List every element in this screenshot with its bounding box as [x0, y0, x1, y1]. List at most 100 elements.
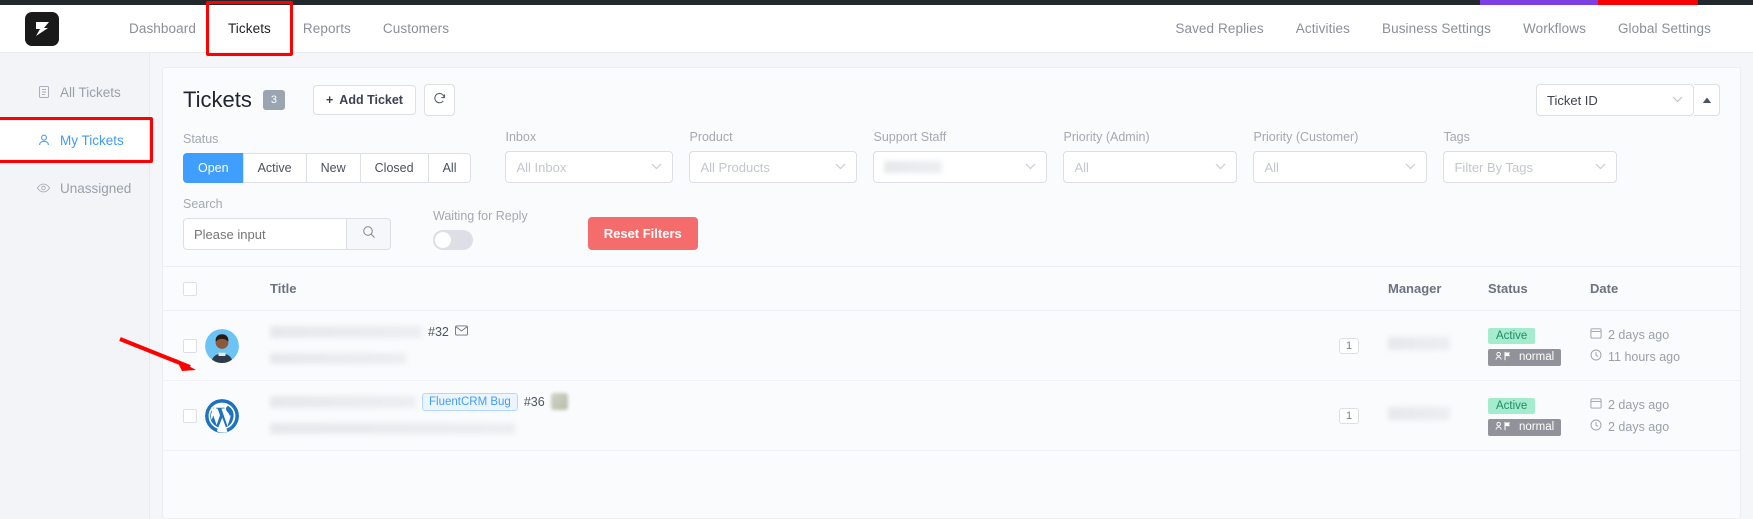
filter-priority-customer-label: Priority (Customer) — [1253, 130, 1359, 144]
row-title-line: #32 — [270, 323, 1298, 341]
priority-admin-select-value: All — [1074, 159, 1089, 175]
sort-controls: Ticket ID — [1536, 84, 1720, 116]
sidebar: All Tickets My Tickets Unassigned — [0, 53, 153, 519]
sidebar-item-label: Unassigned — [60, 180, 132, 196]
clock-icon — [1590, 419, 1602, 434]
nav-item-workflows[interactable]: Workflows — [1507, 15, 1602, 42]
table-header-row: Title Manager Status Date — [163, 267, 1740, 311]
sidebar-item-unassigned[interactable]: Unassigned — [0, 169, 149, 207]
row-status-cell: Active normal — [1488, 326, 1590, 366]
row-title-line: FluentCRM Bug #36 — [270, 392, 1298, 411]
search-button[interactable] — [347, 218, 391, 250]
column-header-title[interactable]: Title — [270, 281, 1310, 296]
date-updated-text: 11 hours ago — [1608, 349, 1681, 364]
support-staff-select[interactable] — [873, 151, 1048, 183]
user-flag-icon — [1495, 421, 1515, 434]
reply-count-badge: 1 — [1338, 407, 1360, 424]
tags-select-value: Filter By Tags — [1454, 159, 1533, 175]
row-tag-badge[interactable]: FluentCRM Bug — [422, 392, 518, 411]
product-select[interactable]: All Products — [689, 151, 858, 183]
row-ticket-id: #36 — [523, 394, 545, 409]
nav-item-activities[interactable]: Activities — [1280, 15, 1366, 42]
primary-nav: Dashboard Tickets Reports Customers — [113, 1, 465, 56]
user-flag-icon — [1495, 351, 1515, 364]
sidebar-item-label: All Tickets — [60, 84, 121, 100]
search-input[interactable] — [183, 218, 347, 250]
priority-label: normal — [1519, 351, 1555, 363]
filter-row-1: Status Open Active New Closed All Inbox … — [183, 130, 1720, 183]
nav-item-dashboard[interactable]: Dashboard — [113, 15, 212, 42]
filter-priority-admin-label: Priority (Admin) — [1063, 130, 1150, 144]
nav-item-saved-replies[interactable]: Saved Replies — [1159, 15, 1279, 42]
date-created-line: 2 days ago — [1590, 327, 1740, 342]
sort-ascending-icon — [1702, 91, 1712, 109]
sort-direction-button[interactable] — [1694, 84, 1720, 116]
nav-item-reports[interactable]: Reports — [287, 15, 367, 42]
row-reply-count-cell: 1 — [1310, 337, 1388, 354]
row-ticket-id: #32 — [428, 324, 449, 339]
select-all-checkbox[interactable] — [183, 281, 197, 296]
table-row[interactable]: #32 1 Active normal 2 days ago 11 hours … — [163, 311, 1740, 381]
row-title-cell[interactable]: FluentCRM Bug #36 — [270, 392, 1310, 439]
sort-field-select[interactable]: Ticket ID — [1536, 84, 1694, 116]
waiting-for-reply-toggle[interactable] — [433, 230, 473, 250]
filter-inbox-label: Inbox — [505, 130, 537, 144]
priority-admin-select[interactable]: All — [1063, 151, 1238, 183]
add-ticket-button[interactable]: + Add Ticket — [312, 85, 416, 115]
status-option-closed[interactable]: Closed — [359, 153, 428, 183]
priority-customer-select[interactable]: All — [1253, 151, 1428, 183]
row-title-cell[interactable]: #32 — [270, 323, 1310, 369]
status-option-active[interactable]: Active — [242, 153, 306, 183]
sidebar-item-all-tickets[interactable]: All Tickets — [0, 73, 149, 111]
status-option-open[interactable]: Open — [183, 153, 243, 183]
fluent-support-logo[interactable] — [25, 11, 59, 46]
reset-filters-button[interactable]: Reset Filters — [587, 217, 698, 250]
status-option-all[interactable]: All — [427, 153, 472, 183]
sidebar-item-my-tickets[interactable]: My Tickets — [0, 117, 153, 163]
column-header-date[interactable]: Date — [1590, 281, 1740, 296]
tickets-header: Tickets 3 + Add Ticket Ticket ID — [163, 68, 1740, 130]
row-checkbox[interactable] — [183, 408, 197, 423]
tags-select[interactable]: Filter By Tags — [1443, 151, 1618, 183]
column-header-status[interactable]: Status — [1488, 281, 1590, 296]
nav-item-tickets[interactable]: Tickets — [205, 1, 293, 56]
inbox-select[interactable]: All Inbox — [505, 151, 674, 183]
ticket-count-badge: 3 — [262, 90, 285, 110]
priority-label: normal — [1519, 421, 1555, 433]
chevron-down-icon — [1595, 161, 1606, 173]
row-checkbox[interactable] — [183, 338, 197, 353]
app-header: Dashboard Tickets Reports Customers Save… — [0, 1, 1753, 56]
nav-item-global-settings[interactable]: Global Settings — [1602, 15, 1727, 42]
row-status-cell: Active normal — [1488, 396, 1590, 436]
main-content: Tickets 3 + Add Ticket Ticket ID Status … — [150, 53, 1753, 519]
filter-priority-admin: Priority (Admin) All — [1063, 130, 1238, 183]
waiting-for-reply-label: Waiting for Reply — [433, 209, 528, 223]
filter-support-staff: Support Staff — [873, 130, 1048, 183]
filter-status: Status Open Active New Closed All — [183, 132, 472, 183]
column-header-manager[interactable]: Manager — [1388, 281, 1488, 296]
chevron-down-icon — [1405, 161, 1416, 173]
sidebar-item-label: My Tickets — [60, 132, 124, 148]
refresh-button[interactable] — [423, 84, 455, 116]
envelope-icon — [454, 323, 468, 341]
filter-tags-label: Tags — [1443, 130, 1470, 144]
emoji-icon — [550, 393, 568, 410]
calendar-icon — [1590, 327, 1602, 342]
priority-badge: normal — [1488, 348, 1562, 366]
row-date-cell: 2 days ago 11 hours ago — [1590, 327, 1740, 364]
table-row[interactable]: FluentCRM Bug #36 1 Active normal 2 days… — [163, 381, 1740, 451]
status-option-new[interactable]: New — [305, 153, 360, 183]
filters-panel: Status Open Active New Closed All Inbox … — [163, 130, 1740, 267]
eye-icon — [36, 181, 51, 196]
sort-field-value: Ticket ID — [1547, 92, 1598, 108]
calendar-icon — [1590, 397, 1602, 412]
row-avatar-cell — [205, 398, 270, 433]
row-date-cell: 2 days ago 2 days ago — [1590, 397, 1740, 434]
priority-customer-select-value: All — [1264, 159, 1279, 175]
filter-status-label: Status — [183, 132, 219, 146]
nav-item-customers[interactable]: Customers — [367, 15, 465, 42]
nav-item-business-settings[interactable]: Business Settings — [1366, 15, 1507, 42]
user-icon — [36, 133, 51, 148]
date-created-text: 2 days ago — [1608, 327, 1670, 342]
